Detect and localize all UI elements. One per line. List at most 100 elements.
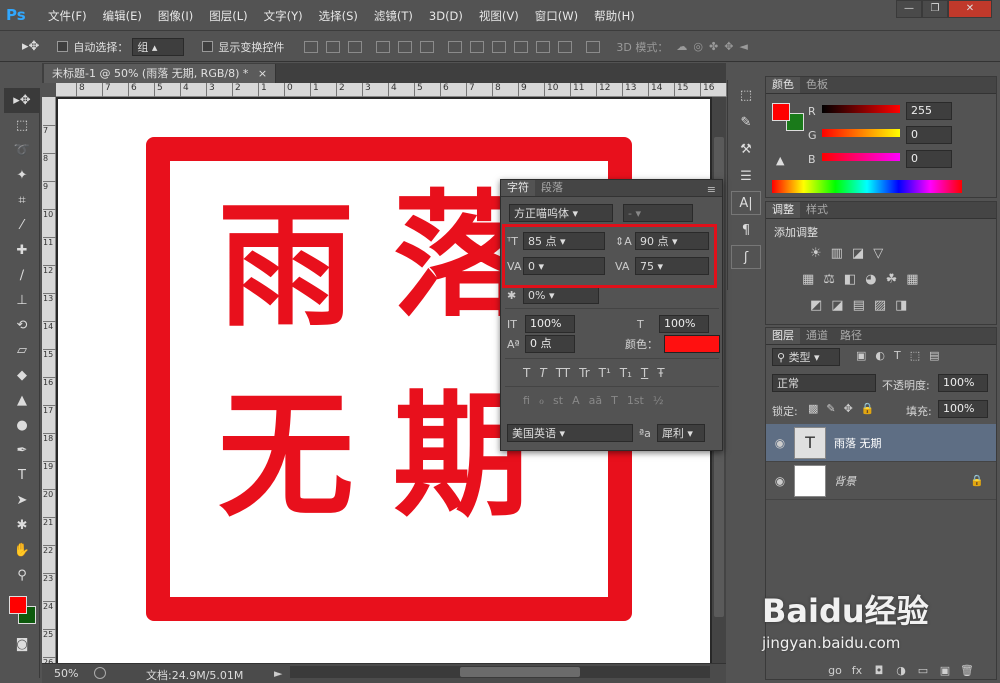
color-panel-fg-swatch[interactable] — [772, 103, 790, 121]
mask-icon[interactable]: ◘ — [870, 664, 888, 677]
close-button[interactable]: ✕ — [948, 0, 992, 18]
visibility-eye-icon[interactable]: ◉ — [766, 436, 794, 450]
link-layers-icon[interactable]: go — [826, 664, 844, 677]
align-right-icon[interactable] — [420, 40, 435, 53]
magic-wand-tool-icon[interactable]: ✦ — [4, 163, 40, 188]
distribute-vcenter-icon[interactable] — [470, 40, 485, 53]
paint-bucket-icon[interactable]: ◆ — [4, 363, 40, 388]
distribute-right-icon[interactable] — [558, 40, 573, 53]
blend-mode-dropdown[interactable]: 正常 — [772, 374, 876, 392]
anti-alias-dropdown[interactable]: 犀利 ▾ — [656, 424, 705, 442]
trash-icon[interactable]: 🗑 — [958, 664, 976, 677]
tab-styles[interactable]: 样式 — [800, 202, 834, 218]
menu-select[interactable]: 选择(S) — [311, 8, 366, 24]
align-left-icon[interactable] — [376, 40, 391, 53]
foreground-color-swatch[interactable] — [9, 596, 27, 614]
ordinals-button[interactable]: 1st — [627, 394, 644, 407]
marquee-tool-icon[interactable]: ⬚ — [4, 113, 40, 138]
menu-3d[interactable]: 3D(D) — [421, 9, 471, 23]
titling-alt-button[interactable]: T — [611, 394, 618, 407]
distribute-hcenter-icon[interactable] — [536, 40, 551, 53]
text-color-swatch[interactable] — [664, 335, 720, 353]
minimize-button[interactable]: — — [896, 0, 922, 18]
b-slider[interactable] — [822, 153, 900, 161]
menu-filter[interactable]: 滤镜(T) — [366, 8, 421, 24]
eraser-tool-icon[interactable]: ▱ — [4, 338, 40, 363]
menu-edit[interactable]: 编辑(E) — [95, 8, 150, 24]
zoom-tool-icon[interactable]: ⚲ — [4, 563, 40, 588]
faux-bold-button[interactable]: T — [523, 366, 530, 380]
tab-adjustments[interactable]: 调整 — [766, 202, 800, 218]
baseline-shift-input[interactable]: 0 点 — [525, 335, 575, 353]
stylistic-alt-button[interactable]: aā — [589, 394, 602, 407]
b-value[interactable]: 0 — [906, 150, 952, 168]
color-spectrum[interactable] — [772, 180, 962, 193]
tab-layers[interactable]: 图层 — [766, 328, 800, 344]
underline-button[interactable]: T — [641, 366, 648, 380]
tab-color[interactable]: 颜色 — [766, 77, 800, 93]
language-dropdown[interactable]: 美国英语 ▾ — [507, 424, 633, 442]
3d-panel-icon[interactable]: ⬚ — [731, 83, 761, 107]
menu-window[interactable]: 窗口(W) — [527, 8, 586, 24]
adjustment-layer-icon[interactable]: ◑ — [892, 664, 910, 677]
hand-tool-icon[interactable]: ✋ — [4, 538, 40, 563]
horizontal-scroll-thumb[interactable] — [460, 667, 580, 677]
tool-presets-icon[interactable]: ⚒ — [731, 137, 761, 161]
new-layer-icon[interactable]: ▣ — [936, 664, 954, 677]
tab-swatches[interactable]: 色板 — [800, 77, 834, 93]
menu-type[interactable]: 文字(Y) — [256, 8, 311, 24]
tab-channels[interactable]: 通道 — [800, 328, 834, 344]
3d-mode-icons[interactable]: ☁◎✤✥◄ — [676, 40, 754, 53]
pen-tool-icon[interactable]: ✒ — [4, 438, 40, 463]
group-icon[interactable]: ▭ — [914, 664, 932, 677]
auto-select-dropdown[interactable]: 组 ▴ — [132, 37, 185, 56]
g-slider[interactable] — [822, 129, 900, 137]
paragraph-panel-icon[interactable]: ¶ — [731, 218, 761, 242]
lock-icons[interactable]: ▩✎✥🔒 — [808, 402, 883, 415]
status-info-icon[interactable] — [94, 667, 106, 679]
menu-layer[interactable]: 图层(L) — [201, 8, 255, 24]
distribute-left-icon[interactable] — [514, 40, 529, 53]
lasso-tool-icon[interactable]: ➰ — [4, 138, 40, 163]
auto-select-checkbox[interactable] — [57, 41, 69, 52]
brushes-panel-icon[interactable]: ✎ — [731, 110, 761, 134]
font-style-dropdown[interactable]: - ▾ — [623, 204, 693, 222]
blur-tool-icon[interactable]: ▲ — [4, 388, 40, 413]
menu-file[interactable]: 文件(F) — [40, 8, 95, 24]
tsume-dropdown[interactable]: 0% ▾ — [523, 286, 599, 304]
swash-button[interactable]: A — [572, 394, 580, 407]
history-icon[interactable]: ☰ — [731, 164, 761, 188]
zoom-level[interactable]: 50% — [54, 667, 78, 680]
align-bottom-icon[interactable] — [348, 40, 363, 53]
tab-character[interactable]: 字符 — [501, 180, 535, 196]
layer-row-text[interactable]: ◉ T 雨落 无期 — [766, 424, 996, 462]
fractions-button[interactable]: ½ — [653, 394, 664, 407]
auto-align-icon[interactable] — [586, 40, 601, 53]
document-close-icon[interactable]: × — [258, 67, 267, 80]
history-brush-icon[interactable]: ⟲ — [4, 313, 40, 338]
panel-menu-icon[interactable]: ≡ — [707, 183, 716, 196]
layer-filter-dropdown[interactable]: ⚲ 类型 ▾ — [772, 348, 840, 366]
strikethrough-button[interactable]: Ŧ — [657, 366, 664, 380]
menu-view[interactable]: 视图(V) — [471, 8, 527, 24]
shape-tool-icon[interactable]: ✱ — [4, 513, 40, 538]
tab-paths[interactable]: 路径 — [834, 328, 868, 344]
character-panel-icon[interactable]: A| — [731, 191, 761, 215]
vertical-scale-input[interactable]: 100% — [525, 315, 575, 333]
r-value[interactable]: 255 — [906, 102, 952, 120]
fill-value[interactable]: 100% — [938, 400, 988, 418]
faux-italic-button[interactable]: T — [539, 366, 546, 380]
tab-paragraph[interactable]: 段落 — [535, 180, 569, 196]
show-transform-checkbox[interactable] — [202, 41, 214, 52]
path-select-icon[interactable]: ➤ — [4, 488, 40, 513]
align-vcenter-icon[interactable] — [326, 40, 341, 53]
eyedropper-tool-icon[interactable]: ⁄ — [4, 213, 40, 238]
move-tool-icon[interactable]: ▸✥ — [22, 39, 39, 54]
superscript-button[interactable]: T¹ — [599, 366, 611, 380]
menu-help[interactable]: 帮助(H) — [586, 8, 643, 24]
align-top-icon[interactable] — [304, 40, 319, 53]
font-family-dropdown[interactable]: 方正喵呜体 ▾ — [509, 204, 613, 222]
r-slider[interactable] — [822, 105, 900, 113]
distribute-top-icon[interactable] — [448, 40, 463, 53]
subscript-button[interactable]: T₁ — [620, 366, 632, 380]
